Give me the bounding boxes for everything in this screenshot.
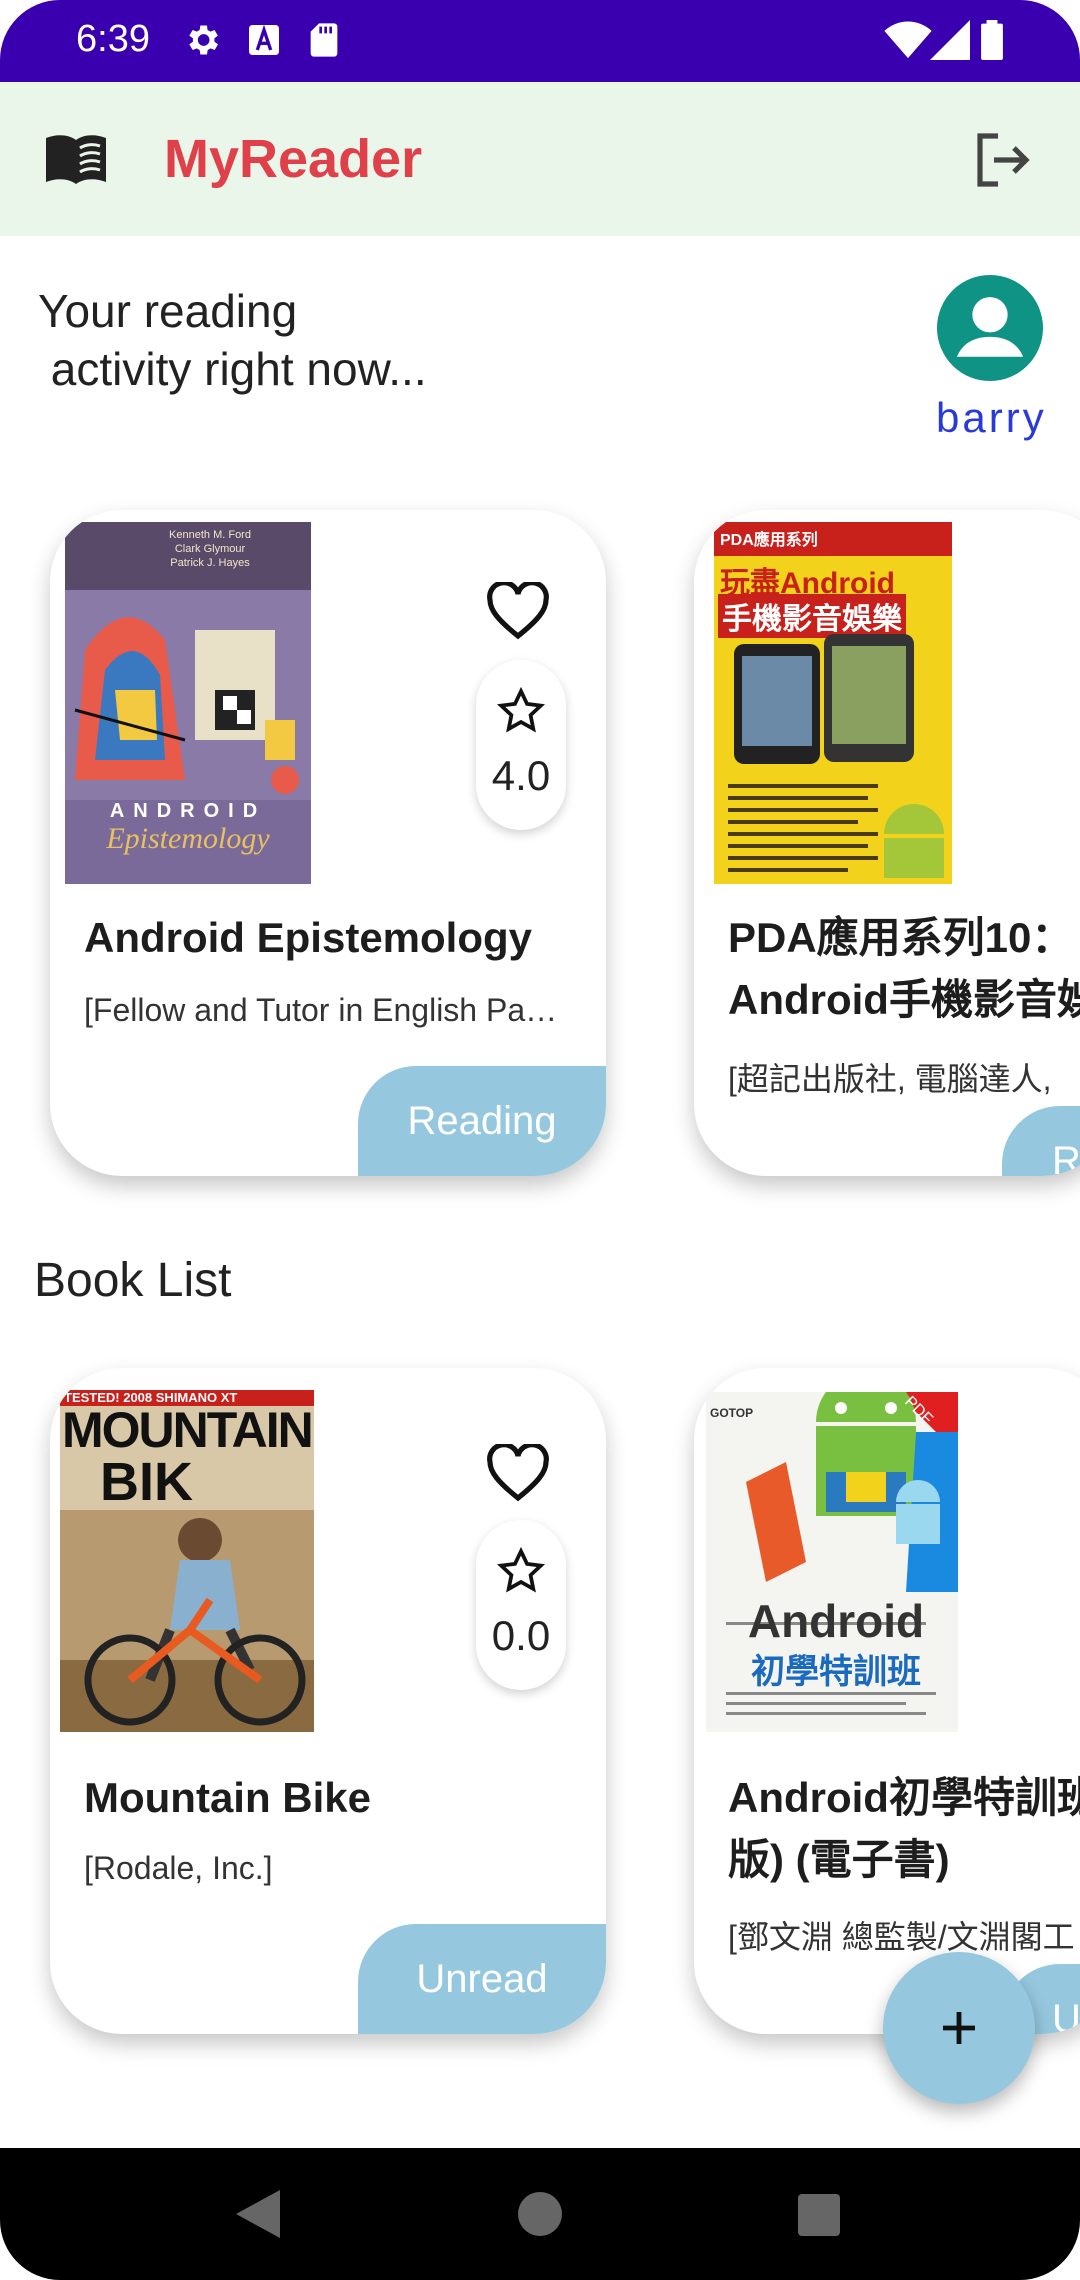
cover-artwork (728, 634, 944, 878)
rating-badge: 4.0 (476, 660, 566, 830)
rating-value: 0.0 (491, 1612, 551, 1659)
app-bar: MyReader (0, 82, 1080, 236)
add-book-button[interactable] (883, 1952, 1035, 2104)
plus-icon (943, 2012, 975, 2044)
book-publisher: [鄧文淵 總監製/文淵閣工 (728, 1919, 1075, 1955)
heart-icon[interactable] (486, 582, 550, 640)
cover-line2: BIK (100, 1452, 193, 1512)
book-card-android-training[interactable]: GOTOP Android 初學特訓班 PDF Android初學特訓班 版) … (694, 1368, 1080, 2034)
status-bar: 6:39 (0, 0, 1080, 82)
book-title: PDA應用系列10： Android手機影音娛 (728, 914, 1080, 1023)
reading-status-button[interactable]: R (1002, 1106, 1080, 1176)
rating-value: 4.0 (491, 752, 551, 799)
home-icon[interactable] (518, 2192, 562, 2236)
reading-activity-heading: Your reading activity right now... (38, 285, 427, 395)
cover-subtitle: Epistemology (106, 822, 270, 855)
rating-badge: 0.0 (476, 1520, 566, 1690)
cover-line2: 初學特訓班 (751, 1653, 921, 1691)
book-card-mountain-bike[interactable]: TESTED! 2008 SHIMANO XT MOUNTAIN BIK 0.0… (50, 1368, 606, 2034)
book-publisher: [Rodale, Inc.] (84, 1850, 273, 1886)
recents-icon[interactable] (798, 2194, 840, 2236)
reading-status-button[interactable]: Reading (358, 1066, 606, 1176)
wifi-icon (884, 21, 932, 59)
username[interactable]: barry (936, 394, 1047, 442)
battery-icon (981, 20, 1003, 60)
book-publisher: [Fellow and Tutor in English Pa… (84, 992, 558, 1028)
a-letter-icon (249, 24, 279, 55)
book-cover: Kenneth M. Ford Clark Glymour Patrick J.… (65, 522, 311, 884)
book-icon (46, 135, 106, 184)
book-title: Android Epistemology (84, 914, 533, 961)
cover-artwork (65, 590, 311, 800)
book-publisher: [超記出版社, 電腦達人, (728, 1061, 1052, 1097)
app-title: MyReader (164, 129, 423, 189)
book-list-heading: Book List (34, 1254, 232, 1307)
back-icon[interactable] (236, 2190, 280, 2238)
status-time: 6:39 (76, 18, 150, 60)
star-icon (497, 686, 545, 733)
settings-icon (189, 25, 218, 55)
book-cover: TESTED! 2008 SHIMANO XT MOUNTAIN BIK (60, 1390, 314, 1732)
cover-authors: Kenneth M. Ford Clark Glymour Patrick J.… (169, 529, 251, 569)
cover-line1: MOUNTAIN (62, 1402, 314, 1458)
account-icon[interactable] (937, 275, 1043, 381)
system-nav-bar (0, 2148, 1080, 2280)
sd-card-icon (310, 23, 338, 57)
cover-artwork (60, 1510, 314, 1732)
signal-icon (930, 20, 970, 60)
book-card-android-epistemology[interactable]: Kenneth M. Ford Clark Glymour Patrick J.… (50, 510, 606, 1176)
cover-series: PDA應用系列 (720, 532, 818, 549)
book-title: Mountain Bike (84, 1774, 372, 1821)
logout-icon[interactable] (970, 128, 1034, 192)
book-title: Android初學特訓班 版) (電子書) (728, 1774, 1080, 1883)
cover-wordmark: ANDROID (109, 800, 267, 822)
heart-icon[interactable] (486, 1444, 550, 1502)
cover-line1: Android (747, 1595, 925, 1647)
book-card-pda-android[interactable]: PDA應用系列 玩盡Android 手機影音娛樂 PDA應用系列10： Andr… (694, 510, 1080, 1176)
book-cover: PDA應用系列 玩盡Android 手機影音娛樂 (714, 522, 952, 884)
reading-status-button[interactable]: Unread (358, 1924, 606, 2034)
cover-line2: 手機影音娛樂 (718, 594, 906, 638)
book-cover: GOTOP Android 初學特訓班 PDF (706, 1392, 958, 1732)
star-icon (497, 1546, 545, 1593)
